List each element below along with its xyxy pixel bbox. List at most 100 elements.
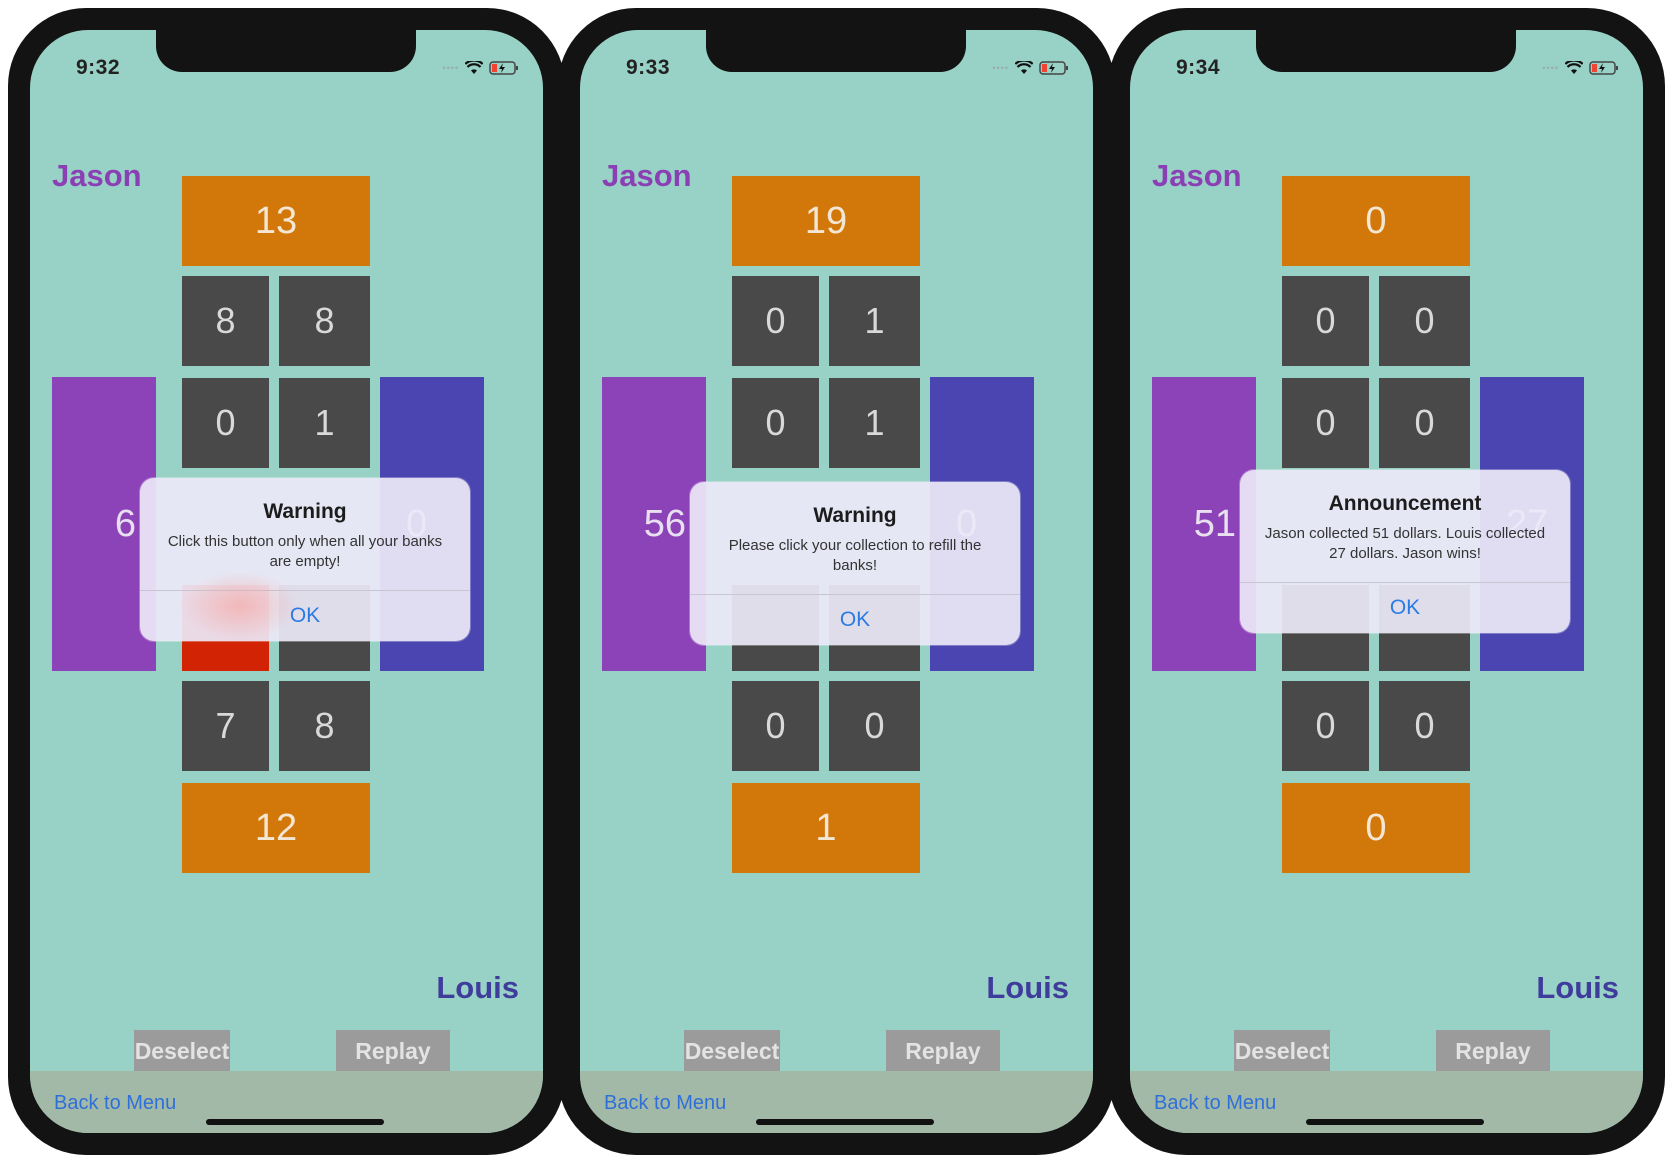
bank-cell[interactable]: 0 — [1282, 378, 1369, 468]
bank-cell[interactable]: 0 — [829, 681, 920, 771]
bank-value: 7 — [215, 705, 236, 746]
alert-body: Announcement Jason collected 51 dollars.… — [1240, 470, 1570, 582]
bottom-bar: Back to Menu — [30, 1071, 543, 1133]
player-name-bottom: Louis — [1536, 970, 1619, 1005]
notch — [706, 30, 966, 72]
status-time: 9:32 — [76, 56, 121, 79]
player-name-bottom: Louis — [436, 970, 519, 1005]
bank-value: 0 — [1315, 402, 1336, 443]
bank-value: 0 — [215, 402, 236, 443]
home-indicator — [1306, 1119, 1484, 1125]
bank-value: 8 — [314, 300, 335, 341]
bank-cell[interactable]: 0 — [1379, 378, 1470, 468]
bank-cell[interactable]: 8 — [182, 276, 269, 366]
left-store-value: 6 — [114, 502, 136, 545]
player-name-top: Jason — [602, 158, 692, 193]
bottom-collection[interactable]: 0 — [1282, 783, 1470, 873]
player-name-top: Jason — [52, 158, 142, 193]
bank-value: 0 — [864, 705, 885, 746]
bank-cell[interactable]: 0 — [1282, 681, 1369, 771]
bank-cell[interactable]: 0 — [1282, 276, 1369, 366]
bank-cell[interactable]: 7 — [182, 681, 269, 771]
alert-title: Announcement — [1328, 492, 1482, 515]
bank-cell[interactable]: 0 — [732, 276, 819, 366]
battery-icon — [1039, 61, 1069, 75]
bank-cell[interactable]: 1 — [279, 378, 370, 468]
signal-icon: •••• — [992, 63, 1009, 73]
bottom-bar: Back to Menu — [580, 1071, 1093, 1133]
top-collection[interactable]: 19 — [732, 176, 920, 266]
wifi-icon — [1565, 61, 1583, 75]
bank-value: 0 — [765, 705, 786, 746]
wifi-icon — [1015, 61, 1033, 75]
bank-cell[interactable]: 8 — [279, 276, 370, 366]
bank-value: 0 — [1414, 402, 1435, 443]
phone-screenshot-2: 9:33 •••• Jason 19 0 1 0 1 0 0 1 56 0 Lo… — [558, 8, 1115, 1155]
back-to-menu-link[interactable]: Back to Menu — [54, 1092, 176, 1115]
bank-cell[interactable]: 0 — [732, 681, 819, 771]
bank-value: 0 — [1414, 300, 1435, 341]
player-name-bottom: Louis — [986, 970, 1069, 1005]
top-collection[interactable]: 13 — [182, 176, 370, 266]
alert-ok-button[interactable]: OK — [1240, 583, 1570, 633]
bank-cell[interactable]: 0 — [182, 378, 269, 468]
status-time: 9:34 — [1176, 56, 1221, 79]
notch — [156, 30, 416, 72]
wifi-icon — [465, 61, 483, 75]
bank-value: 8 — [215, 300, 236, 341]
status-icons: •••• — [992, 58, 1069, 78]
app-screen: 9:33 •••• Jason 19 0 1 0 1 0 0 1 56 0 Lo… — [580, 30, 1093, 1133]
bottom-collection[interactable]: 12 — [182, 783, 370, 873]
status-icons: •••• — [442, 58, 519, 78]
left-store-value: 51 — [1193, 502, 1236, 545]
alert-dialog: Warning Please click your collection to … — [690, 482, 1020, 645]
deselect-button[interactable]: Deselect — [1234, 1030, 1330, 1072]
top-collection-value: 19 — [804, 199, 848, 242]
alert-message: Please click your collection to refill t… — [728, 537, 982, 574]
battery-icon — [1589, 61, 1619, 75]
bank-cell[interactable]: 8 — [279, 681, 370, 771]
bank-value: 0 — [1315, 300, 1336, 341]
status-time: 9:33 — [626, 56, 671, 79]
alert-message: Click this button only when all your ban… — [167, 533, 443, 570]
bottom-collection[interactable]: 1 — [732, 783, 920, 873]
bank-cell[interactable]: 0 — [1379, 681, 1470, 771]
alert-glow — [180, 571, 300, 641]
phone-screenshot-1: 9:32 •••• Jason 13 8 8 0 1 7 8 12 6 0 Lo… — [8, 8, 565, 1155]
alert-dialog: Warning Click this button only when all … — [140, 478, 470, 641]
bank-cell[interactable]: 0 — [732, 378, 819, 468]
notch — [1256, 30, 1516, 72]
alert-ok-button[interactable]: OK — [690, 595, 1020, 645]
signal-icon: •••• — [442, 63, 459, 73]
deselect-button[interactable]: Deselect — [684, 1030, 780, 1072]
bank-cell[interactable]: 1 — [829, 276, 920, 366]
bottom-collection-value: 1 — [815, 806, 837, 849]
alert-body: Warning Please click your collection to … — [690, 482, 1020, 594]
back-to-menu-link[interactable]: Back to Menu — [604, 1092, 726, 1115]
bank-value: 0 — [765, 300, 786, 341]
bank-value: 1 — [314, 402, 335, 443]
replay-button[interactable]: Replay — [1436, 1030, 1550, 1072]
bottom-bar: Back to Menu — [1130, 1071, 1643, 1133]
top-collection-value: 0 — [1365, 199, 1387, 242]
player-name-top: Jason — [1152, 158, 1242, 193]
home-indicator — [756, 1119, 934, 1125]
replay-button[interactable]: Replay — [886, 1030, 1000, 1072]
left-store-value: 56 — [643, 502, 686, 545]
app-screen: 9:34 •••• Jason 0 0 0 0 0 0 0 0 51 27 Lo… — [1130, 30, 1643, 1133]
back-to-menu-link[interactable]: Back to Menu — [1154, 1092, 1276, 1115]
bank-value: 1 — [864, 402, 885, 443]
top-collection[interactable]: 0 — [1282, 176, 1470, 266]
top-collection-value: 13 — [254, 199, 298, 242]
alert-title: Warning — [813, 504, 897, 527]
bank-cell[interactable]: 1 — [829, 378, 920, 468]
bank-cell[interactable]: 0 — [1379, 276, 1470, 366]
home-indicator — [206, 1119, 384, 1125]
bottom-collection-value: 0 — [1365, 806, 1387, 849]
alert-title: Warning — [263, 500, 347, 523]
status-icons: •••• — [1542, 58, 1619, 78]
bank-value: 1 — [864, 300, 885, 341]
deselect-button[interactable]: Deselect — [134, 1030, 230, 1072]
replay-button[interactable]: Replay — [336, 1030, 450, 1072]
alert-message: Jason collected 51 dollars. Louis collec… — [1264, 525, 1546, 562]
